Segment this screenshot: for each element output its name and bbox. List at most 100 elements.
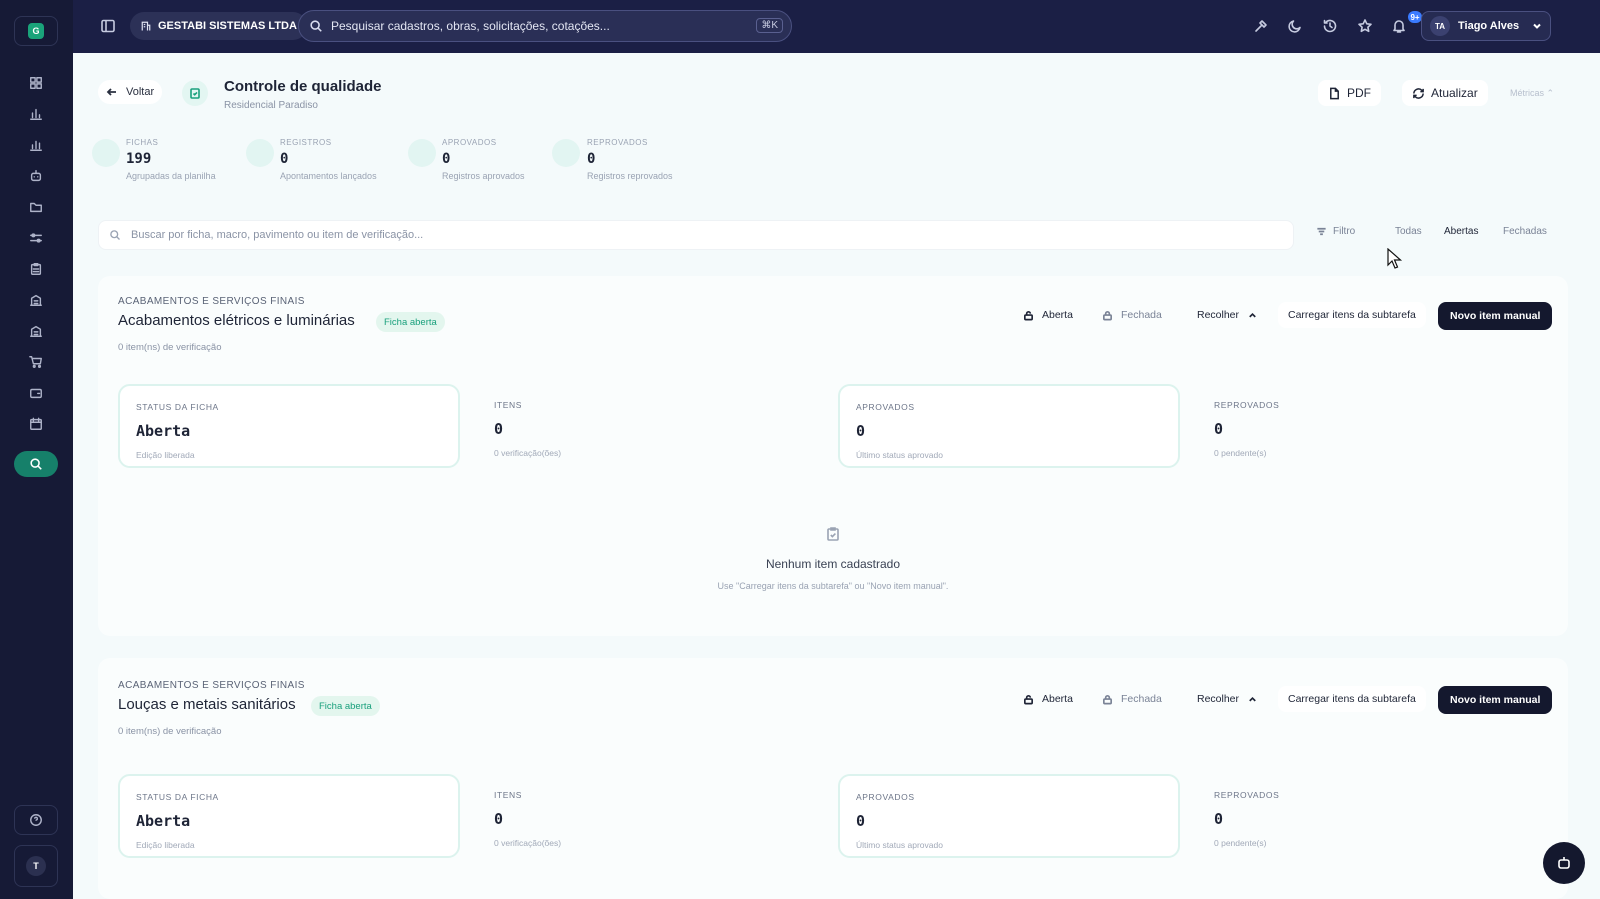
stat-icon	[92, 139, 120, 167]
help-icon[interactable]	[14, 805, 58, 835]
sidebar-avatar[interactable]: T	[14, 845, 58, 887]
company-name: GESTABI SISTEMAS LTDA	[158, 20, 297, 32]
list-search[interactable]	[98, 220, 1294, 250]
stat-aprovados: APROVADOS 0 Registros aprovados	[442, 138, 525, 181]
sliders-icon[interactable]	[26, 228, 46, 248]
new-manual-item-button[interactable]: Novo item manual	[1438, 302, 1553, 330]
stat-sub: Agrupadas da planilha	[126, 171, 216, 181]
page-subtitle: Residencial Paradiso	[224, 100, 318, 111]
card-sub: Último status aprovado	[856, 840, 943, 850]
robot-icon[interactable]	[26, 166, 46, 186]
section-category: ACABAMENTOS E SERVIÇOS FINAIS	[118, 680, 305, 691]
folder-icon[interactable]	[26, 197, 46, 217]
section-title: Acabamentos elétricos e luminárias	[118, 312, 355, 329]
empty-state: Nenhum item cadastrado Use "Carregar ite…	[98, 526, 1568, 591]
card-sub: Último status aprovado	[856, 450, 943, 460]
lock-icon	[1103, 310, 1112, 320]
card-value: 0	[494, 810, 504, 828]
cart-icon[interactable]	[26, 352, 46, 372]
avatar: T	[26, 856, 46, 876]
file-icon	[1330, 87, 1339, 99]
wallet-icon[interactable]	[26, 383, 46, 403]
load-subtask-items-button[interactable]: Carregar itens da subtarefa	[1278, 302, 1426, 328]
update-button[interactable]: Atualizar	[1402, 80, 1488, 106]
collapse-button[interactable]: Recolher	[1197, 304, 1258, 326]
global-search-input[interactable]	[331, 19, 751, 33]
metrics-toggle[interactable]: Métricas ⌃	[1510, 88, 1554, 99]
card-sub: 0 verificação(ões)	[494, 448, 562, 458]
history-icon[interactable]	[1322, 18, 1338, 34]
back-label: Voltar	[126, 86, 155, 98]
collapse-button[interactable]: Recolher	[1197, 688, 1258, 710]
bell-icon[interactable]	[1391, 18, 1407, 34]
building-alt-icon[interactable]	[26, 321, 46, 341]
building-icon[interactable]	[26, 290, 46, 310]
app-logo[interactable]: G	[14, 16, 58, 46]
topbar: GESTABI SISTEMAS LTDA ⌘K 9+ TA Tiago Alv…	[73, 0, 1600, 53]
status-open-option[interactable]: Aberta	[1023, 304, 1073, 326]
card-sub: 0 pendente(s)	[1214, 448, 1267, 458]
stat-value: 0	[442, 151, 451, 167]
collapse-label: Recolher	[1197, 693, 1240, 705]
status-closed-option[interactable]: Fechada	[1102, 304, 1162, 326]
user-name: Tiago Alves	[1458, 20, 1520, 32]
filter-button[interactable]: Filtro	[1316, 226, 1355, 237]
analytics-icon[interactable]	[26, 135, 46, 155]
chatbot-button[interactable]	[1543, 842, 1585, 884]
clipboard-icon[interactable]	[26, 259, 46, 279]
list-search-input[interactable]	[131, 229, 1231, 241]
moon-icon[interactable]	[1287, 18, 1303, 34]
company-selector[interactable]: GESTABI SISTEMAS LTDA	[130, 12, 307, 40]
approved-card: APROVADOS 0 Último status aprovado	[838, 384, 1180, 468]
tools-icon[interactable]	[1253, 18, 1269, 34]
status-closed-label: Fechada	[1121, 309, 1162, 321]
sidebar-toggle-icon[interactable]	[100, 18, 116, 34]
search-icon	[110, 230, 120, 240]
bar-chart-icon[interactable]	[26, 104, 46, 124]
status-badge: Ficha aberta	[311, 696, 380, 716]
user-menu[interactable]: TA Tiago Alves	[1421, 11, 1551, 41]
filter-icon	[1317, 227, 1326, 236]
metrics-label: Métricas	[1510, 88, 1545, 98]
stat-value: 0	[587, 151, 596, 167]
clipboard-check-icon	[98, 526, 1568, 545]
segment-abertas[interactable]: Abertas	[1444, 226, 1478, 237]
segment-fechadas[interactable]: Fechadas	[1503, 226, 1547, 237]
card-sub: 0 verificação(ões)	[494, 838, 562, 848]
quality-search-icon[interactable]	[14, 451, 58, 477]
notification-badge: 9+	[1408, 11, 1422, 23]
back-button[interactable]: Voltar	[98, 80, 163, 104]
update-label: Atualizar	[1431, 86, 1478, 100]
filter-label: Filtro	[1333, 226, 1356, 237]
status-closed-option[interactable]: Fechada	[1102, 688, 1162, 710]
dashboard-icon[interactable]	[26, 73, 46, 93]
pdf-label: PDF	[1347, 86, 1371, 100]
card-value: 0	[1214, 810, 1224, 828]
stat-value: 0	[280, 151, 289, 167]
empty-title: Nenhum item cadastrado	[765, 557, 901, 571]
status-closed-label: Fechada	[1121, 693, 1162, 705]
card-value: 0	[856, 812, 866, 830]
status-open-label: Aberta	[1042, 309, 1073, 321]
status-open-option[interactable]: Aberta	[1023, 688, 1073, 710]
global-search[interactable]: ⌘K	[298, 10, 792, 42]
new-manual-item-button[interactable]: Novo item manual	[1438, 686, 1553, 714]
star-icon[interactable]	[1357, 18, 1373, 34]
stat-icon	[408, 139, 436, 167]
ficha-section: ACABAMENTOS E SERVIÇOS FINAIS Louças e m…	[98, 658, 1568, 899]
segment-todas[interactable]: Todas	[1395, 226, 1422, 237]
card-value: Aberta	[136, 812, 191, 830]
search-shortcut: ⌘K	[756, 18, 783, 33]
empty-subtitle: Use "Carregar itens da subtarefa" ou "No…	[717, 581, 949, 591]
load-subtask-items-button[interactable]: Carregar itens da subtarefa	[1278, 686, 1426, 712]
pdf-button[interactable]: PDF	[1318, 80, 1381, 106]
robot-icon	[1558, 857, 1570, 869]
section-category: ACABAMENTOS E SERVIÇOS FINAIS	[118, 296, 305, 307]
stat-value: 199	[126, 151, 152, 167]
card-label: ITENS	[494, 400, 523, 410]
stat-sub: Registros reprovados	[587, 171, 673, 181]
calendar-icon[interactable]	[26, 414, 46, 434]
section-title: Louças e metais sanitários	[118, 696, 296, 713]
section-count: 0 item(ns) de verificação	[118, 342, 222, 353]
unlock-icon	[1024, 310, 1033, 320]
